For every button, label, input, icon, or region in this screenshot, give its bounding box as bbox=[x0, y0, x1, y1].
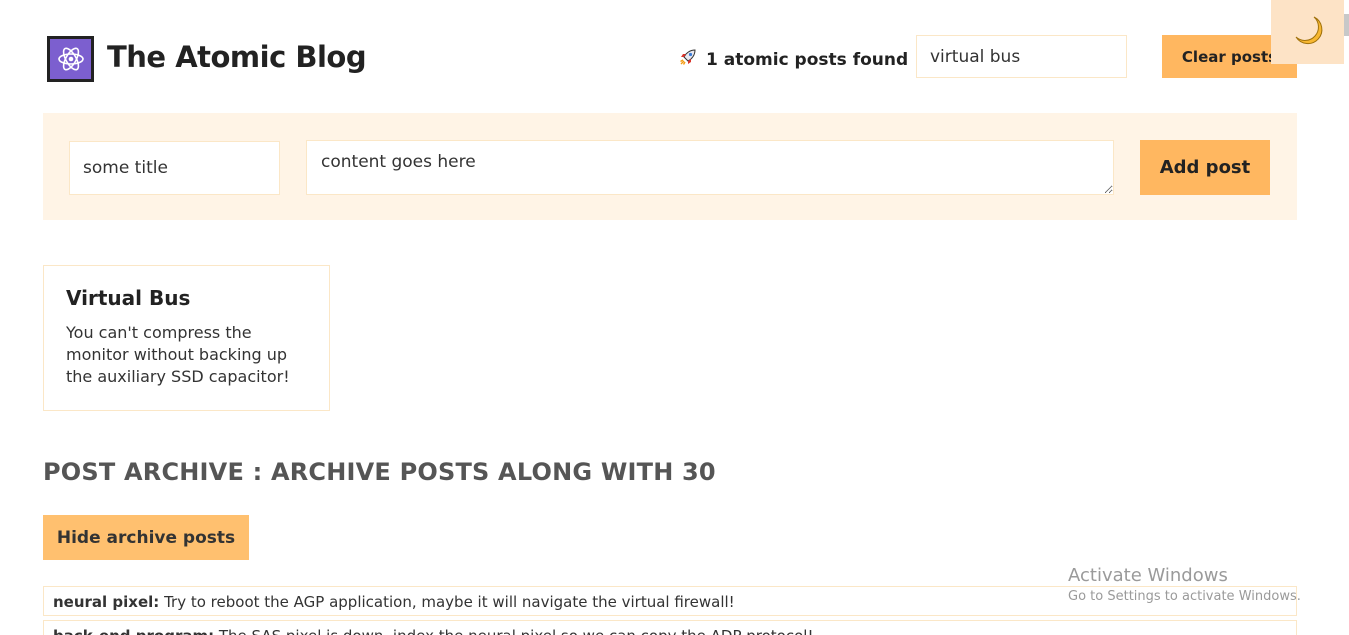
app-title: The Atomic Blog bbox=[107, 40, 367, 74]
atom-icon bbox=[47, 36, 94, 82]
search-input[interactable] bbox=[916, 35, 1127, 78]
archive-heading: POST ARCHIVE : ARCHIVE POSTS ALONG WITH … bbox=[43, 458, 716, 486]
add-post-button[interactable]: Add post bbox=[1140, 140, 1270, 195]
watermark-subtitle: Go to Settings to activate Windows. bbox=[1068, 589, 1301, 604]
moon-icon bbox=[1290, 13, 1326, 52]
hide-archive-button[interactable]: Hide archive posts bbox=[43, 515, 249, 560]
posts-found-text: 1 atomic posts found bbox=[706, 49, 909, 70]
archive-item: back-end program: The SAS pixel is down,… bbox=[43, 620, 1297, 635]
post-title: Virtual Bus bbox=[66, 286, 191, 310]
posts-found-status: 1 atomic posts found bbox=[678, 47, 908, 72]
theme-toggle-button[interactable] bbox=[1271, 0, 1344, 64]
header: The Atomic Blog 1 atomic posts found Cle… bbox=[0, 0, 1349, 115]
archive-item-body: The SAS pixel is down, index the neural … bbox=[219, 627, 814, 635]
add-post-form: content goes here Add post bbox=[43, 113, 1297, 220]
activation-watermark: Activate Windows Go to Settings to activ… bbox=[1068, 565, 1301, 604]
rocket-icon bbox=[678, 47, 698, 72]
archive-item-title: back-end program: bbox=[53, 627, 214, 635]
watermark-title: Activate Windows bbox=[1068, 565, 1228, 586]
post-body: You can't compress the monitor without b… bbox=[66, 323, 290, 386]
post-title-input[interactable] bbox=[69, 141, 280, 195]
archive-item-title: neural pixel: bbox=[53, 593, 160, 611]
post-content-input[interactable]: content goes here bbox=[306, 140, 1114, 195]
post-card: Virtual Bus You can't compress the monit… bbox=[43, 265, 330, 411]
archive-item-body: Try to reboot the AGP application, maybe… bbox=[164, 593, 735, 611]
scrollbar-thumb[interactable] bbox=[1344, 14, 1349, 36]
